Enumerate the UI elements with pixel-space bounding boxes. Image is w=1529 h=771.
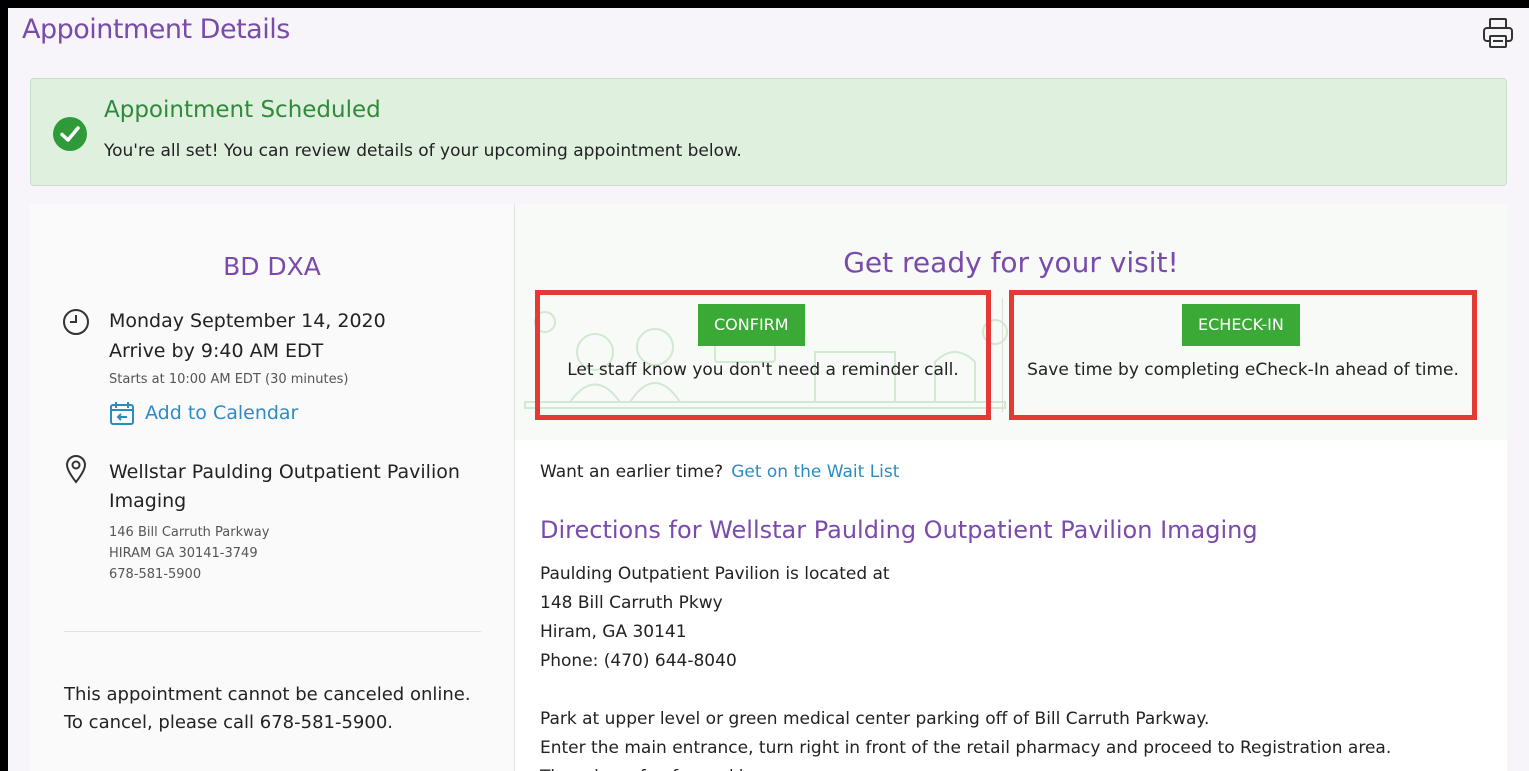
printer-icon[interactable]: [1481, 16, 1515, 50]
directions-line: Hiram, GA 30141: [540, 622, 687, 642]
parking-line: Park at upper level or green medical cen…: [540, 709, 1210, 729]
add-to-calendar-link[interactable]: Add to Calendar: [109, 400, 298, 426]
address-line-2: HIRAM GA 30141-3749: [109, 546, 258, 561]
parking-line: Enter the main entrance, turn right in f…: [540, 738, 1392, 758]
calendar-add-icon: [110, 402, 134, 425]
confirm-section: CONFIRM Let staff know you don't need a …: [535, 290, 991, 420]
confirm-description: Let staff know you don't need a reminder…: [567, 360, 959, 380]
add-to-calendar-label: Add to Calendar: [145, 402, 299, 424]
location-pin-icon: [65, 455, 87, 484]
arrive-time: Arrive by 9:40 AM EDT: [109, 340, 324, 362]
echeckin-button[interactable]: ECHECK-IN: [1182, 304, 1300, 346]
address-line-1: 146 Bill Carruth Parkway: [109, 525, 270, 540]
banner-message: You're all set! You can review details o…: [104, 141, 742, 161]
clock-icon: [63, 309, 89, 335]
action-divider: [1002, 298, 1003, 412]
appointment-date: Monday September 14, 2020: [109, 310, 386, 332]
success-banner: Appointment Scheduled You're all set! Yo…: [30, 78, 1507, 186]
directions-line: Paulding Outpatient Pavilion is located …: [540, 564, 890, 584]
appointment-card: BD DXA Monday September 14, 2020 Arrive …: [30, 204, 1507, 771]
waitlist-prompt: Want an earlier time?: [540, 462, 724, 482]
echeckin-description: Save time by completing eCheck-In ahead …: [1027, 360, 1459, 380]
confirm-button[interactable]: CONFIRM: [698, 304, 805, 346]
location-name: Wellstar Paulding Outpatient Pavilion Im…: [109, 461, 460, 512]
location-address: 146 Bill Carruth Parkway HIRAM GA 30141-…: [109, 522, 269, 585]
directions-line: 148 Bill Carruth Pkwy: [540, 593, 723, 613]
page-title: Appointment Details: [22, 14, 290, 45]
banner-title: Appointment Scheduled: [104, 97, 381, 123]
divider: [64, 631, 481, 632]
parking-line: There is no fee for parking.: [540, 763, 1490, 771]
directions-title: Directions for Wellstar Paulding Outpati…: [540, 516, 1258, 544]
appointment-details-page: Appointment Details Appointment Schedule…: [8, 8, 1529, 771]
check-circle-icon: [53, 117, 87, 151]
start-time: Starts at 10:00 AM EDT (30 minutes): [109, 372, 349, 387]
location-phone: 678-581-5900: [109, 567, 202, 582]
appointment-summary: BD DXA Monday September 14, 2020 Arrive …: [30, 204, 514, 771]
get-ready-panel: Get ready for your visit! CONFIRM Let st…: [515, 204, 1507, 440]
directions-body: Paulding Outpatient Pavilion is located …: [540, 560, 1490, 771]
cancel-note: This appointment cannot be canceled onli…: [64, 684, 471, 733]
directions-line: Phone: (470) 644-8040: [540, 651, 737, 671]
get-ready-title: Get ready for your visit!: [843, 246, 1179, 279]
echeckin-section: ECHECK-IN Save time by completing eCheck…: [1009, 290, 1477, 420]
waitlist-link[interactable]: Get on the Wait List: [731, 462, 899, 482]
waitlist-row: Want an earlier time? Get on the Wait Lis…: [540, 462, 899, 482]
appointment-name: BD DXA: [223, 252, 321, 281]
